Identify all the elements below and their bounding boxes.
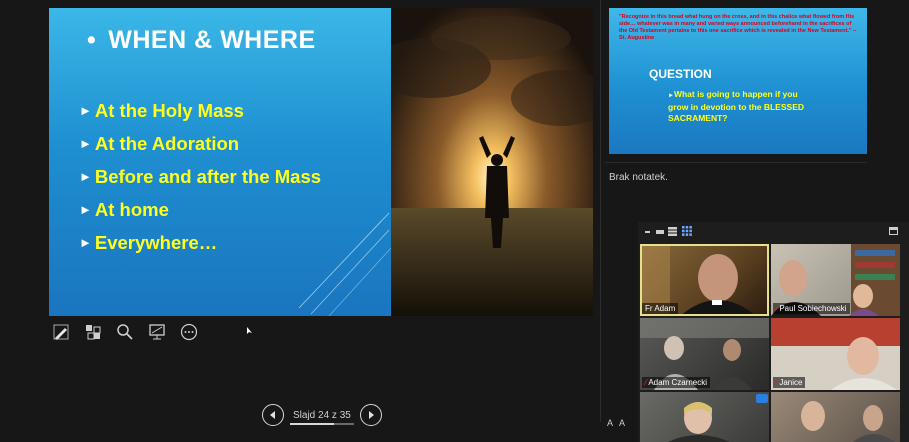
next-slide-question-title: QUESTION [649,67,712,81]
font-size-controls: A A [607,418,625,428]
bullet-item: ► At home [79,199,169,220]
participant-name: Fr Adam [642,303,679,314]
previous-slide-button[interactable] [262,404,284,426]
participant-name: ⁄ Janice [773,377,806,388]
video-tile[interactable]: ⁄ Paul Sobiechowski [771,244,900,316]
notes-separator [605,162,867,163]
slide-bullet-list: ► At the Holy Mass ► At the Adoration ► Bef… [79,94,321,259]
muted-mic-icon: ⁄ [645,378,647,387]
more-options-button[interactable] [756,394,768,403]
speaker-view-icon[interactable] [656,228,664,236]
next-slide-quote: "Recognize in this bread what hung on th… [619,14,857,41]
decrease-font-button[interactable]: A [607,418,613,428]
mouse-cursor [247,327,252,334]
next-slide-question-text: ►What is going to happen if you grow in … [668,89,804,123]
slide-title: • WHEN & WHERE [87,26,316,54]
gallery-toolbar [638,222,909,242]
video-gallery-panel: Fr Adam ⁄ Paul Sobiechowski ⁄ Adam Czarnec… [638,222,909,442]
slide-counter: Slajd 24 z 35 [290,410,354,425]
bullet-item: ► Everywhere… [79,232,218,253]
increase-font-button[interactable]: A [619,418,625,428]
next-slide-button[interactable] [359,404,382,426]
pane-divider[interactable] [600,0,601,422]
video-tile[interactable]: Fr Adam [640,244,769,316]
zoom-icon[interactable] [113,320,137,344]
video-tile[interactable]: ⁄ Adam Czarnecki [640,318,769,390]
muted-mic-icon: ⁄ [776,378,778,387]
minimize-icon[interactable] [645,231,650,233]
next-slide-preview[interactable]: "Recognize in this bread what hung on th… [609,8,867,154]
presenter-view: • WHEN & WHERE ► At the Holy Mass ► At the … [0,0,909,442]
bullet-item: ► At the Holy Mass [79,100,244,121]
participant-name: ⁄ Adam Czarnecki [642,377,711,388]
current-slide[interactable]: • WHEN & WHERE ► At the Holy Mass ► At the … [49,8,593,316]
strip-view-icon[interactable] [668,227,677,236]
speaker-notes: Brak notatek. [609,172,668,183]
pen-icon[interactable] [49,320,73,344]
participant-video [801,401,895,442]
video-tile[interactable]: ⁄ Janice [771,318,900,390]
participant-video [668,402,730,442]
participant-name: ⁄ Paul Sobiechowski [773,303,850,314]
sunrise-photo [391,8,593,316]
pin-window-icon[interactable] [889,227,898,235]
chevron-right-icon [368,411,374,419]
screen-icon[interactable] [145,320,169,344]
video-tile[interactable] [771,392,900,442]
slide-grid-icon[interactable] [81,320,105,344]
slide-navigation: Slajd 24 z 35 [262,404,382,426]
more-options-icon[interactable] [177,320,201,344]
presenter-toolbar [49,320,201,344]
bullet-item: ► Before and after the Mass [79,166,322,187]
gallery-view-icon[interactable] [682,226,692,236]
chevron-left-icon [270,411,275,419]
video-tile[interactable] [640,392,769,442]
muted-mic-icon: ⁄ [776,304,778,313]
slide-progress-bar [290,422,354,425]
slide-progress-fill [290,422,334,425]
bullet-item: ► At the Adoration [79,133,240,154]
